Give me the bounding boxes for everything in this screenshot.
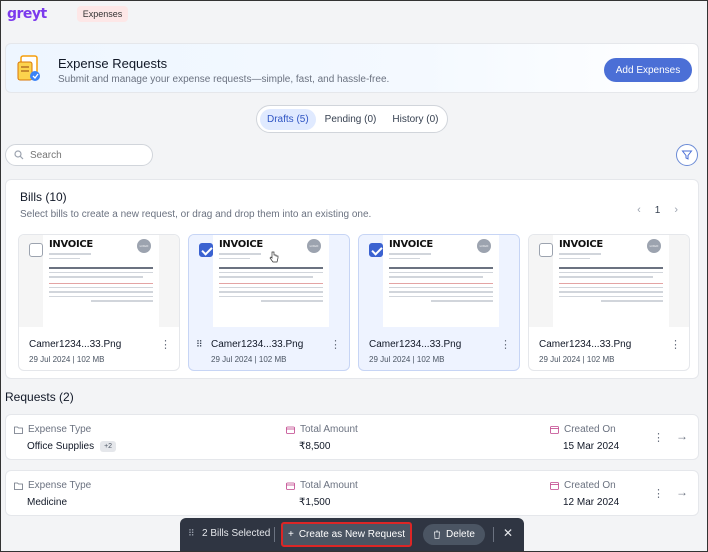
divider [274,527,275,542]
request-row[interactable]: Expense Type Medicine Total Amount ₹1,50… [5,470,699,516]
delete-button[interactable]: Delete [423,524,485,545]
wallet-icon [286,482,295,490]
create-new-request-button[interactable]: + Create as New Request [281,522,412,547]
bill-filename: Camer1234...33.Png [29,339,122,350]
bill-meta: 29 Jul 2024 | 102 MB [211,355,287,364]
bill-card[interactable]: INVOICE LOGO Camer1234...33.Png 29 Jul 2… [528,234,690,371]
status-tabs: Drafts (5) Pending (0) History (0) [256,105,448,133]
filter-icon [681,150,693,160]
breadcrumb[interactable]: Expenses [76,6,129,22]
search-box [5,144,153,166]
calendar-icon [550,482,559,490]
next-page-icon[interactable]: › [674,204,678,216]
created-on-label: Created On [564,480,616,491]
divider [493,527,494,542]
selected-count: 2 Bills Selected [202,528,271,539]
bill-thumbnail: INVOICE LOGO [529,235,689,327]
bill-checkbox[interactable] [539,243,553,257]
drag-handle-icon[interactable]: ⠿ [196,339,203,350]
more-options-icon[interactable]: ⋮ [500,338,511,351]
invoice-logo-mark: LOGO [477,239,491,253]
bills-subtitle: Select bills to create a new request, or… [20,209,372,220]
page-title: Expense Requests [58,56,168,71]
current-page: 1 [654,204,661,216]
delete-label: Delete [446,529,475,540]
created-on-value: 12 Mar 2024 [563,497,620,508]
invoice-logo-mark: LOGO [647,239,661,253]
bills-pager: ‹ 1 › [637,204,678,216]
bill-checkbox[interactable] [29,243,43,257]
bills-title: Bills (10) [20,190,67,204]
expense-document-icon [17,55,40,81]
drag-handle-icon[interactable]: ⠿ [188,528,195,539]
bill-thumbnail: INVOICE LOGO [359,235,519,327]
arrow-right-icon[interactable]: → [676,429,688,443]
tab-drafts[interactable]: Drafts (5) [260,108,316,130]
more-options-icon[interactable]: ⋮ [653,431,664,444]
bill-meta: 29 Jul 2024 | 102 MB [539,355,615,364]
bill-filename: Camer1234...33.Png [211,339,304,350]
tab-pending[interactable]: Pending (0) [318,109,384,130]
more-options-icon[interactable]: ⋮ [160,338,171,351]
app-logo[interactable]: greyt [7,6,47,22]
more-options-icon[interactable]: ⋮ [670,338,681,351]
filter-button[interactable] [676,144,698,166]
total-amount-value: ₹8,500 [299,441,331,452]
create-new-request-label: Create as New Request [298,529,405,540]
expense-type-label: Expense Type [28,424,92,435]
tab-history[interactable]: History (0) [385,109,445,130]
more-options-icon[interactable]: ⋮ [653,487,664,500]
expense-type-value: Office Supplies [27,441,95,452]
bill-checkbox[interactable] [199,243,213,257]
request-row[interactable]: Expense Type Office Supplies +2 Total Am… [5,414,699,460]
invoice-logo-mark: LOGO [307,239,321,253]
prev-page-icon[interactable]: ‹ [637,204,641,216]
top-bar: greyt Expenses [1,1,707,27]
folder-icon [14,426,23,434]
plus-icon: + [287,529,294,540]
search-input[interactable] [30,149,140,161]
bill-thumbnail: INVOICE LOGO [19,235,179,327]
header-card: Expense Requests Submit and manage your … [5,43,699,93]
trash-icon [434,530,441,539]
expense-type-label: Expense Type [28,480,92,491]
bill-filename: Camer1234...33.Png [369,339,462,350]
folder-icon [14,482,23,490]
bulk-action-bar: ⠿ 2 Bills Selected + Create as New Reque… [180,518,524,551]
bill-filename: Camer1234...33.Png [539,339,632,350]
bill-card[interactable]: INVOICE LOGO ⠿ Camer1234...33.Png 29 Jul… [188,234,350,371]
bill-thumbnail: INVOICE LOGO [189,235,349,327]
bill-card[interactable]: INVOICE LOGO Camer1234...33.Png 29 Jul 2… [358,234,520,371]
bill-checkbox[interactable] [369,243,383,257]
expense-type-value: Medicine [27,497,68,508]
created-on-value: 15 Mar 2024 [563,441,620,452]
total-amount-label: Total Amount [300,424,358,435]
wallet-icon [286,426,295,434]
calendar-icon [550,426,559,434]
page-subtitle: Submit and manage your expense requests—… [58,74,390,85]
add-expenses-button[interactable]: Add Expenses [604,58,692,82]
requests-title: Requests (2) [5,390,74,404]
search-icon [14,150,24,160]
close-icon[interactable]: ✕ [503,526,513,540]
bill-meta: 29 Jul 2024 | 102 MB [369,355,445,364]
more-options-icon[interactable]: ⋮ [330,338,341,351]
bills-section: Bills (10) Select bills to create a new … [5,179,699,379]
invoice-logo-mark: LOGO [137,239,151,253]
bill-card[interactable]: INVOICE LOGO Camer1234...33.Png 29 Jul 2… [18,234,180,371]
bill-meta: 29 Jul 2024 | 102 MB [29,355,105,364]
extra-types-badge: +2 [100,441,117,452]
total-amount-label: Total Amount [300,480,358,491]
hand-cursor-icon [269,251,279,263]
arrow-right-icon[interactable]: → [676,485,688,499]
total-amount-value: ₹1,500 [299,497,331,508]
created-on-label: Created On [564,424,616,435]
